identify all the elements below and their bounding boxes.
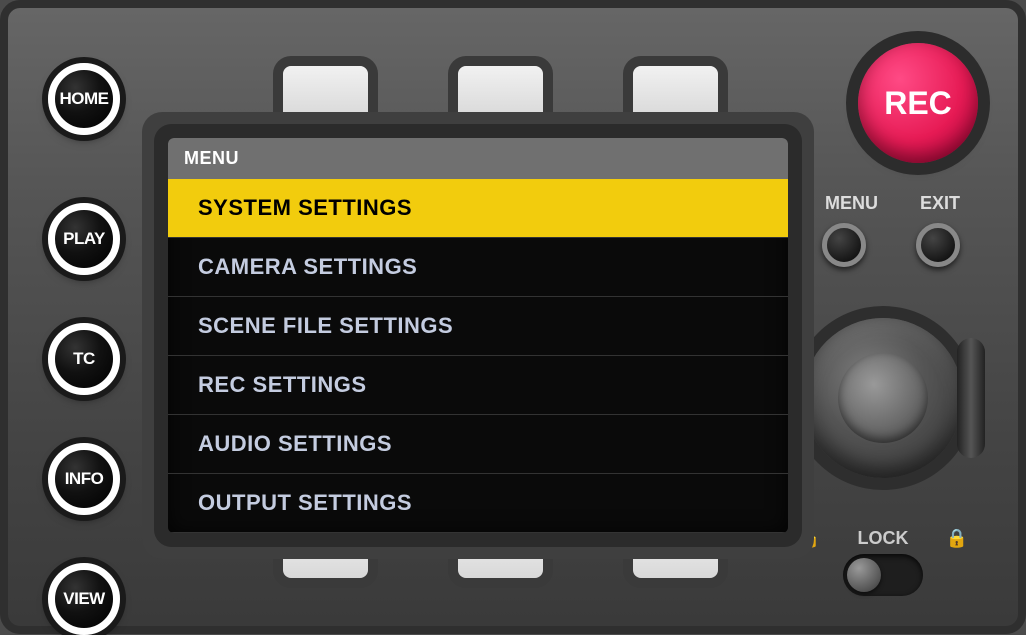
unlock-icon: 🔓 (798, 528, 820, 549)
lock-label: LOCK (858, 528, 909, 549)
soft-key-top-1[interactable] (283, 66, 368, 120)
view-button[interactable]: VIEW (48, 563, 120, 635)
rec-button[interactable]: REC (858, 43, 978, 163)
lock-icon: 🔒 (946, 528, 968, 549)
menu-item-rec-settings[interactable]: REC SETTINGS (168, 356, 788, 415)
menu-item-scene-file-settings[interactable]: SCENE FILE SETTINGS (168, 297, 788, 356)
menu-item-audio-settings[interactable]: AUDIO SETTINGS (168, 415, 788, 474)
jog-dial[interactable] (803, 318, 963, 478)
menu-item-camera-settings[interactable]: CAMERA SETTINGS (168, 238, 788, 297)
menu-header: MENU (168, 138, 788, 179)
exit-button-label: EXIT (920, 193, 960, 214)
camera-control-panel: HOME PLAY TC INFO VIEW REC MENU EXIT 🔓 L… (0, 0, 1026, 634)
menu-button[interactable] (822, 223, 866, 267)
menu-item-output-settings[interactable]: OUTPUT SETTINGS (168, 474, 788, 533)
play-button[interactable]: PLAY (48, 203, 120, 275)
lcd-screen: MENU SYSTEM SETTINGSCAMERA SETTINGSSCENE… (168, 138, 788, 533)
soft-key-top-2[interactable] (458, 66, 543, 120)
menu-item-system-settings[interactable]: SYSTEM SETTINGS (168, 179, 788, 238)
menu-button-label: MENU (825, 193, 878, 214)
home-button[interactable]: HOME (48, 63, 120, 135)
tc-button[interactable]: TC (48, 323, 120, 395)
menu-list: SYSTEM SETTINGSCAMERA SETTINGSSCENE FILE… (168, 179, 788, 533)
lock-switch-knob (847, 558, 881, 592)
exit-button[interactable] (916, 223, 960, 267)
lock-switch-area: 🔓 LOCK 🔒 (798, 528, 968, 596)
soft-key-top-3[interactable] (633, 66, 718, 120)
lock-switch[interactable] (843, 554, 923, 596)
info-button[interactable]: INFO (48, 443, 120, 515)
